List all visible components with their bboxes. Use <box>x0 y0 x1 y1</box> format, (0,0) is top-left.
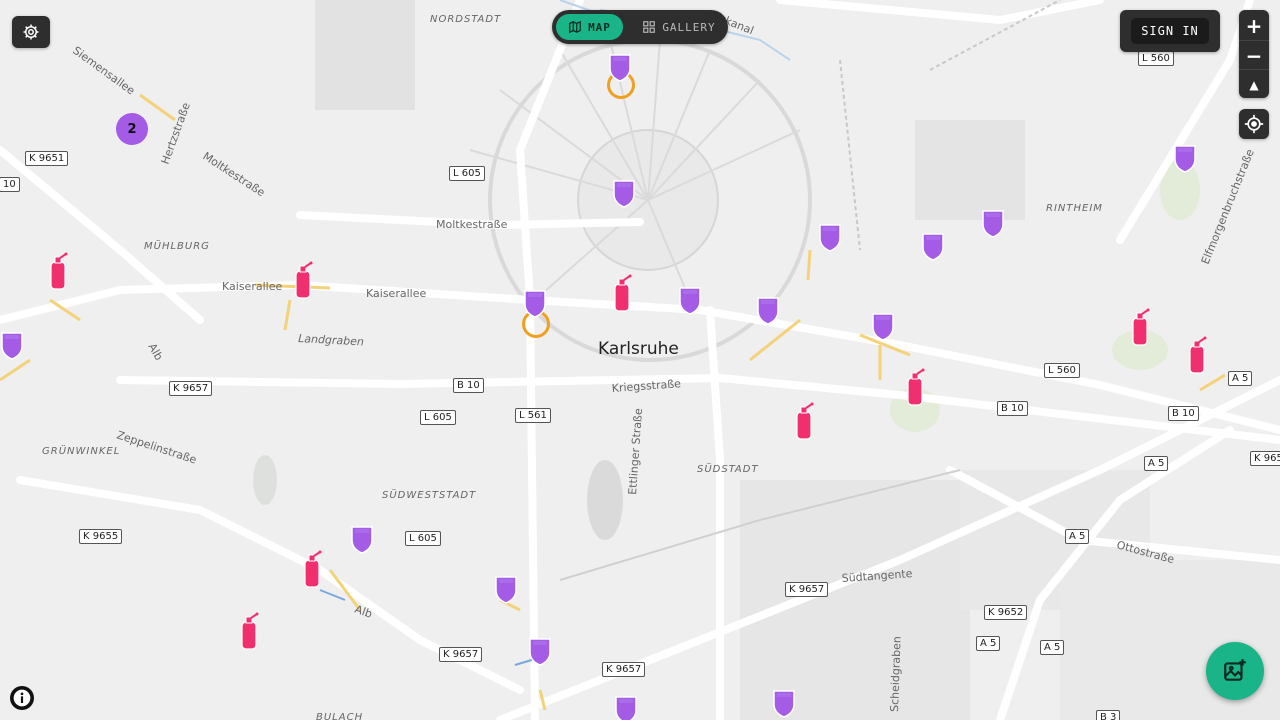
sign-in-button[interactable]: SIGN IN <box>1131 18 1209 44</box>
street-label: Scheidgraben <box>888 636 904 712</box>
gallery-view-button[interactable]: GALLERY <box>634 14 724 40</box>
district-label: BULACH <box>316 712 363 720</box>
spray-can-marker[interactable] <box>794 402 814 440</box>
spray-can-marker[interactable] <box>1130 308 1150 346</box>
photo-marker[interactable] <box>871 311 895 341</box>
zoom-in-button[interactable]: + <box>1239 11 1269 40</box>
road-shield: K 9655 <box>79 529 123 544</box>
road-shield: L 561 <box>515 408 551 423</box>
info-button[interactable] <box>10 686 34 710</box>
road-shield: A 5 <box>1228 371 1253 386</box>
map-view-button[interactable]: MAP <box>556 14 623 40</box>
locate-button[interactable] <box>1239 109 1269 139</box>
district-label: SÜDSTADT <box>697 462 759 475</box>
district-label: GRÜNWINKEL <box>42 444 120 457</box>
spray-can-marker[interactable] <box>239 612 259 650</box>
spray-can-marker[interactable] <box>293 261 313 299</box>
road-shield: A 5 <box>1144 456 1169 471</box>
spray-can-marker[interactable] <box>612 274 632 312</box>
photo-marker[interactable] <box>1173 143 1197 173</box>
road-shield: K 9657 <box>602 662 646 677</box>
road-shield: K 9651 <box>25 151 69 166</box>
city-label: Karlsruhe <box>598 339 679 359</box>
street-label: Moltkestraße <box>436 218 508 231</box>
compass-button[interactable]: ▲ <box>1239 69 1269 99</box>
photo-marker[interactable] <box>350 524 374 554</box>
road-shield: B 10 <box>453 378 484 393</box>
spray-can-marker[interactable] <box>905 368 925 406</box>
district-label: SÜDWESTSTADT <box>382 488 476 501</box>
zoom-controls: + − ▲ <box>1239 10 1269 98</box>
photo-marker[interactable] <box>612 178 636 208</box>
view-toggle: MAP GALLERY <box>552 10 728 44</box>
photo-marker[interactable] <box>608 52 632 82</box>
gallery-view-label: GALLERY <box>662 20 716 34</box>
photo-marker[interactable] <box>678 285 702 315</box>
spray-can-marker[interactable] <box>48 252 68 290</box>
road-shield: L 605 <box>420 410 456 425</box>
district-label: NORDSTADT <box>430 14 501 25</box>
photo-marker[interactable] <box>756 295 780 325</box>
district-label: MÜHLBURG <box>144 239 210 252</box>
photo-marker[interactable] <box>528 636 552 666</box>
photo-marker[interactable] <box>921 231 945 261</box>
photo-marker[interactable] <box>818 222 842 252</box>
settings-gear-icon <box>23 24 39 40</box>
road-shield: 10 <box>0 177 20 192</box>
gallery-grid-icon <box>643 21 656 33</box>
map-canvas[interactable]: NORDSTADT RINTHEIM MÜHLBURG GRÜNWINKEL S… <box>0 0 1280 720</box>
road-shield: B 10 <box>997 401 1028 416</box>
road-shield: A 5 <box>1040 640 1065 655</box>
road-shield: L 560 <box>1044 363 1080 378</box>
zoom-out-button[interactable]: − <box>1239 40 1269 70</box>
district-label: RINTHEIM <box>1046 203 1103 214</box>
road-shield: B 10 <box>1168 406 1199 421</box>
photo-marker[interactable] <box>494 574 518 604</box>
photo-marker[interactable] <box>0 330 24 360</box>
road-shield: L 605 <box>449 166 485 181</box>
road-shield: K 9657 <box>785 582 829 597</box>
road-shield: A 5 <box>1065 529 1090 544</box>
road-shield: K 965 <box>1250 451 1280 466</box>
photo-marker[interactable] <box>981 208 1005 238</box>
road-shield: A 5 <box>976 636 1001 651</box>
add-photo-icon <box>1224 659 1246 681</box>
settings-button[interactable] <box>12 16 50 48</box>
road-shield: K 9657 <box>439 647 483 662</box>
info-icon <box>13 689 31 707</box>
photo-marker[interactable] <box>772 688 796 718</box>
road-shield: L 605 <box>405 531 441 546</box>
photo-marker[interactable] <box>523 288 547 318</box>
road-shield: K 9657 <box>169 381 213 396</box>
street-label: Kaiserallee <box>222 280 282 293</box>
photo-marker[interactable] <box>614 694 638 720</box>
road-shield: L 560 <box>1138 51 1174 66</box>
spray-can-marker[interactable] <box>302 550 322 588</box>
add-photo-button[interactable] <box>1206 642 1264 700</box>
map-icon <box>569 20 581 34</box>
locate-crosshair-icon <box>1244 114 1264 134</box>
road-shield: K 9652 <box>984 605 1028 620</box>
map-view-label: MAP <box>588 20 611 34</box>
road-shield: B 3 <box>1096 710 1121 720</box>
street-label: Kaiserallee <box>366 287 426 300</box>
spray-can-marker[interactable] <box>1187 336 1207 374</box>
marker-cluster[interactable]: 2 <box>116 113 148 145</box>
signin-panel: SIGN IN <box>1120 10 1220 52</box>
